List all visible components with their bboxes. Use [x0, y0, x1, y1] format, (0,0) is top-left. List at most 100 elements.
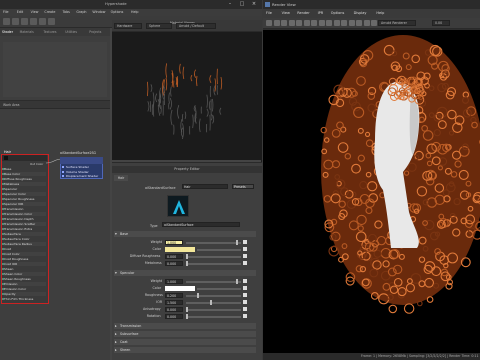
section-transmission[interactable]: Transmission: [114, 323, 256, 329]
menu-view[interactable]: View: [31, 10, 39, 14]
map-button-icon[interactable]: [243, 261, 247, 265]
render-tool-icon[interactable]: [266, 20, 272, 26]
section-sheen[interactable]: Sheen: [114, 347, 256, 353]
menu-options[interactable]: Options: [111, 10, 124, 14]
hair-attr-row[interactable]: Transmission: [2, 207, 46, 211]
property-value-field[interactable]: 1.500: [165, 299, 183, 305]
name-field[interactable]: Hair: [182, 184, 228, 189]
color-slider[interactable]: [197, 287, 241, 290]
hair-attr-row[interactable]: Transmission Scatter: [2, 222, 46, 226]
toolbar-icon-6[interactable]: [48, 18, 55, 25]
map-button-icon[interactable]: [243, 300, 247, 304]
exposure-field[interactable]: 0.00: [432, 20, 450, 26]
property-slider[interactable]: [186, 262, 241, 265]
hair-attr-row[interactable]: Transmission Extra Roughness: [2, 227, 46, 235]
render-menu-file[interactable]: File: [266, 11, 272, 15]
property-value-field[interactable]: 0.200: [165, 292, 183, 298]
hair-attr-row[interactable]: Transmission Color: [2, 212, 46, 216]
browser-tab-5[interactable]: Projects: [89, 30, 101, 34]
menu-help[interactable]: Help: [131, 10, 139, 14]
property-value-field[interactable]: 1.000: [165, 239, 183, 245]
menu-graph[interactable]: Graph: [76, 10, 86, 14]
property-value-field[interactable]: 0.000: [165, 253, 183, 259]
render-tool-icon[interactable]: [273, 20, 280, 26]
color-swatch[interactable]: [165, 246, 195, 252]
slider-handle[interactable]: [186, 307, 188, 312]
section-base[interactable]: Base: [114, 231, 256, 237]
render-menu-view[interactable]: View: [282, 11, 290, 15]
property-slider[interactable]: [186, 294, 241, 297]
render-viewport[interactable]: [263, 30, 480, 353]
map-button-icon[interactable]: [243, 314, 247, 318]
map-button-icon[interactable]: [243, 254, 247, 258]
hair-attr-row[interactable]: Emission: [2, 282, 46, 286]
hair-attr-row[interactable]: Subsurface Color: [2, 237, 46, 241]
shading-group-port[interactable]: Surface Shader: [66, 165, 89, 169]
hair-attr-row[interactable]: Emission Color: [2, 287, 46, 291]
shape-dropdown[interactable]: Sphere: [146, 23, 172, 29]
toolbar-icon-1[interactable]: [3, 18, 10, 25]
browser-tab-4[interactable]: Utilities: [65, 30, 77, 34]
property-slider[interactable]: [186, 255, 241, 258]
render-menu-display[interactable]: Display: [354, 11, 367, 15]
property-slider[interactable]: [186, 241, 241, 244]
menu-file[interactable]: File: [3, 10, 9, 14]
hair-attr-row[interactable]: Coat Color: [2, 252, 46, 256]
map-button-icon[interactable]: [243, 279, 247, 283]
render-menu-render[interactable]: Render: [297, 11, 309, 15]
hair-attr-row[interactable]: Specular IOR: [2, 202, 46, 206]
menu-window[interactable]: Window: [92, 10, 105, 14]
menu-create[interactable]: Create: [44, 10, 55, 14]
slider-handle[interactable]: [236, 240, 239, 245]
hair-attr-row[interactable]: Subsurface Radius: [2, 242, 46, 246]
map-button-icon[interactable]: [243, 307, 247, 311]
hair-attr-row[interactable]: Metalness: [2, 182, 46, 186]
section-subsurface[interactable]: Subsurface: [114, 331, 256, 337]
map-button-icon[interactable]: [243, 240, 247, 244]
render-tool-icon[interactable]: [371, 20, 377, 26]
hair-attr-row[interactable]: Specular: [2, 187, 46, 191]
hair-attr-row[interactable]: Base: [2, 167, 46, 171]
presets-button[interactable]: Presets: [232, 184, 254, 189]
type-dropdown[interactable]: aiStandardSurface: [162, 222, 240, 227]
map-button-icon[interactable]: [243, 293, 247, 297]
browser-tab-3[interactable]: Textures: [44, 30, 57, 34]
render-tool-icon[interactable]: [311, 20, 317, 26]
property-value-field[interactable]: 0.000: [165, 260, 183, 266]
hair-attr-row[interactable]: Base Color: [2, 172, 46, 176]
hair-attr-row[interactable]: Specular Roughness: [2, 197, 46, 201]
render-tool-icon[interactable]: [296, 20, 302, 26]
browser-swatch-area[interactable]: [3, 42, 107, 97]
browser-tab-1[interactable]: Shader: [2, 30, 13, 34]
render-tool-icon[interactable]: [333, 20, 340, 26]
close-icon[interactable]: ×: [250, 1, 258, 8]
hair-attr-row[interactable]: Opacity: [2, 292, 46, 296]
hair-attr-row[interactable]: Coat Roughness: [2, 257, 46, 261]
hair-attr-row[interactable]: Thin Film Thickness: [2, 297, 46, 301]
render-tool-icon[interactable]: [318, 20, 325, 26]
browser-tab-2[interactable]: Materials: [20, 30, 34, 34]
tab-hair[interactable]: Hair: [114, 175, 128, 181]
slider-handle[interactable]: [186, 314, 188, 319]
property-value-field[interactable]: 0.000: [165, 313, 183, 319]
toolbar-icon-5[interactable]: [39, 18, 46, 25]
shading-group-port[interactable]: Volume Shader: [66, 170, 89, 174]
toolbar-icon-3[interactable]: [21, 18, 28, 25]
render-tool-icon[interactable]: [288, 20, 295, 26]
hair-attr-row[interactable]: Coat IOR: [2, 262, 46, 266]
property-slider[interactable]: [186, 280, 241, 283]
section-specular[interactable]: Specular: [114, 270, 256, 276]
render-menu-options[interactable]: Options: [331, 11, 345, 15]
map-button-icon[interactable]: [243, 247, 247, 251]
menu-edit[interactable]: Edit: [17, 10, 23, 14]
environment-dropdown[interactable]: Arnold / Default: [176, 23, 216, 29]
color-swatch[interactable]: [165, 285, 195, 291]
hair-attr-row[interactable]: Sheen: [2, 267, 46, 271]
render-tool-icon[interactable]: [326, 20, 332, 26]
maximize-icon[interactable]: □: [238, 1, 246, 8]
shading-group-port[interactable]: Displacement Shader: [66, 174, 98, 178]
map-button-icon[interactable]: [243, 286, 247, 290]
property-slider[interactable]: [186, 308, 241, 311]
renderer-select[interactable]: Arnold Renderer: [378, 20, 416, 26]
render-tool-icon[interactable]: [341, 20, 347, 26]
